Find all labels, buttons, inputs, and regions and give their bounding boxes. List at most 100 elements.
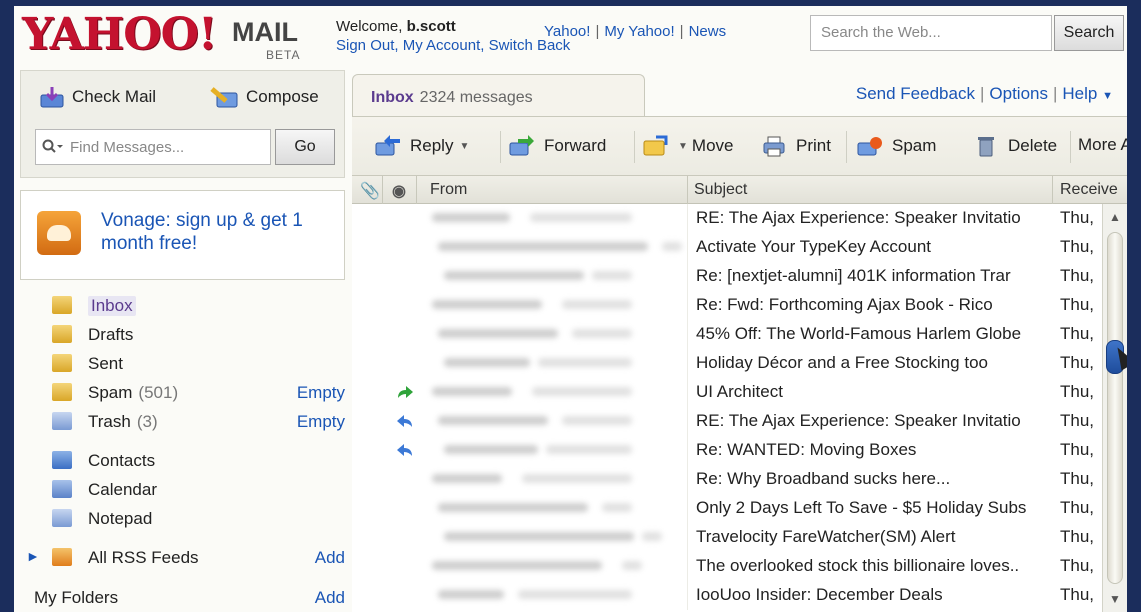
sender-redacted <box>438 329 558 338</box>
subject-column-header[interactable]: Subject <box>694 181 747 199</box>
message-received: Thu, <box>1060 295 1095 314</box>
message-subject[interactable]: Re: [nextjet-alumni] 401K information Tr… <box>696 266 1056 286</box>
app-calendar[interactable]: Calendar <box>20 476 345 504</box>
folder-trash[interactable]: Trash (3) Empty <box>20 408 345 436</box>
my-yahoo-link[interactable]: My Yahoo! <box>604 23 674 40</box>
message-subject[interactable]: The overlooked stock this billionaire lo… <box>696 556 1056 576</box>
find-messages-input[interactable]: Find Messages... <box>35 129 271 165</box>
message-row[interactable]: Re: Why Broadband sucks here... Thu, <box>352 465 1102 494</box>
folder-inbox[interactable]: Inbox <box>20 292 345 320</box>
sender-redacted <box>532 387 632 396</box>
column-divider <box>1052 176 1053 204</box>
attachment-column-icon[interactable]: 📎 <box>360 181 380 201</box>
news-link[interactable]: News <box>689 23 727 40</box>
message-row[interactable]: Only 2 Days Left To Save - $5 Holiday Su… <box>352 494 1102 523</box>
message-subject[interactable]: Holiday Décor and a Free Stocking too <box>696 353 1056 373</box>
message-row[interactable]: 45% Off: The World-Famous Harlem Globe Th… <box>352 320 1102 349</box>
tab-inbox[interactable]: Inbox 2324 messages <box>352 74 645 118</box>
toolbar-divider <box>1070 131 1071 163</box>
message-subject[interactable]: Activate Your TypeKey Account <box>696 237 1056 257</box>
move-label: Move <box>691 136 734 155</box>
message-subject[interactable]: Re: Fwd: Forthcoming Ajax Book - Rico <box>696 295 1056 315</box>
vonage-promo[interactable]: Vonage: sign up & get 1 month free! <box>20 190 345 280</box>
empty-trash-link[interactable]: Empty <box>297 412 345 432</box>
message-row[interactable]: Re: WANTED: Moving Boxes Thu, <box>352 436 1102 465</box>
app-notepad[interactable]: Notepad <box>20 505 345 533</box>
rss-label: All RSS Feeds <box>88 548 199 567</box>
web-search-button[interactable]: Search <box>1054 15 1124 51</box>
empty-spam-link[interactable]: Empty <box>297 383 345 403</box>
message-row[interactable]: The overlooked stock this billionaire lo… <box>352 552 1102 581</box>
my-folders-label: My Folders <box>34 588 119 607</box>
sender-redacted <box>444 271 584 280</box>
print-button[interactable]: Print <box>760 135 831 157</box>
scroll-up-icon[interactable]: ▲ <box>1106 208 1124 226</box>
column-divider <box>687 320 688 349</box>
welcome-prefix: Welcome, <box>336 18 407 35</box>
reply-button[interactable]: Reply ▼ <box>374 135 469 157</box>
switch-back-link[interactable]: Switch Back <box>489 37 571 54</box>
promo-text[interactable]: Vonage: sign up & get 1 month free! <box>101 209 321 255</box>
forward-button[interactable]: Forward <box>508 135 606 157</box>
status-column-icon[interactable]: ◉ <box>392 181 406 201</box>
tab-bar: Inbox 2324 messages Send Feedback | Options… <box>352 68 1127 118</box>
folder-spam[interactable]: Spam (501) Empty <box>20 379 345 407</box>
send-feedback-link[interactable]: Send Feedback <box>856 84 975 103</box>
message-subject[interactable]: Only 2 Days Left To Save - $5 Holiday Su… <box>696 498 1056 518</box>
message-row[interactable]: IooUoo Insider: December Deals Thu, <box>352 581 1102 610</box>
message-row[interactable]: Travelocity FareWatcher(SM) Alert Thu, <box>352 523 1102 552</box>
message-list-scrollbar[interactable]: ▲ ▼ <box>1102 204 1127 612</box>
rss-feeds-row[interactable]: ► All RSS Feeds Add <box>20 544 345 572</box>
message-subject[interactable]: RE: The Ajax Experience: Speaker Invitat… <box>696 208 1056 228</box>
toolbar-divider <box>634 131 635 163</box>
chevron-down-icon[interactable]: ▼ <box>1102 90 1113 102</box>
spam-icon <box>857 137 882 156</box>
sender-redacted <box>444 358 530 367</box>
message-row[interactable]: Holiday Décor and a Free Stocking too Thu… <box>352 349 1102 378</box>
top-links: Yahoo! | My Yahoo! | News <box>544 23 727 40</box>
app-contacts[interactable]: Contacts <box>20 447 345 475</box>
message-row[interactable]: RE: The Ajax Experience: Speaker Invitat… <box>352 204 1102 233</box>
message-subject[interactable]: Travelocity FareWatcher(SM) Alert <box>696 527 1056 547</box>
message-subject[interactable]: Re: WANTED: Moving Boxes <box>696 440 1056 460</box>
yahoo-logo[interactable]: YAHOO! <box>22 10 217 60</box>
reply-dropdown-icon[interactable]: ▼ <box>459 141 469 152</box>
message-row[interactable]: Re: Fwd: Forthcoming Ajax Book - Rico Thu… <box>352 291 1102 320</box>
help-link[interactable]: Help <box>1062 84 1097 103</box>
folder-drafts[interactable]: Drafts <box>20 321 345 349</box>
message-row[interactable]: UI Architect Thu, <box>352 378 1102 407</box>
trash-count: (3) <box>136 412 158 431</box>
message-subject[interactable]: Re: Why Broadband sucks here... <box>696 469 1056 489</box>
from-column-header[interactable]: From <box>430 181 467 199</box>
column-divider <box>687 465 688 494</box>
scroll-down-icon[interactable]: ▼ <box>1106 590 1124 608</box>
compose-button[interactable]: Compose <box>209 85 319 109</box>
go-button[interactable]: Go <box>275 129 335 165</box>
add-rss-link[interactable]: Add <box>315 548 345 568</box>
move-button[interactable]: ▼ Move <box>642 135 733 157</box>
delete-button[interactable]: Delete <box>972 135 1057 157</box>
sender-redacted <box>642 532 662 541</box>
message-subject[interactable]: IooUoo Insider: December Deals <box>696 585 1056 605</box>
inbox-message-count: 2324 messages <box>419 89 533 106</box>
folder-sent[interactable]: Sent <box>20 350 345 378</box>
printer-icon <box>763 136 785 157</box>
message-received: Thu, <box>1060 527 1095 546</box>
scrollbar-track[interactable] <box>1107 232 1123 584</box>
web-search-input[interactable]: Search the Web... <box>810 15 1052 51</box>
message-row[interactable]: Re: [nextjet-alumni] 401K information Tr… <box>352 262 1102 291</box>
add-folder-link[interactable]: Add <box>315 588 345 608</box>
sign-out-link[interactable]: Sign Out <box>336 37 394 54</box>
message-row[interactable]: RE: The Ajax Experience: Speaker Invitat… <box>352 407 1102 436</box>
spam-button[interactable]: Spam <box>856 135 936 157</box>
message-subject[interactable]: 45% Off: The World-Famous Harlem Globe <box>696 324 1056 344</box>
received-column-header[interactable]: Receive <box>1060 181 1118 199</box>
expand-arrow-icon[interactable]: ► <box>26 548 40 564</box>
my-account-link[interactable]: My Account <box>403 37 481 54</box>
message-subject[interactable]: RE: The Ajax Experience: Speaker Invitat… <box>696 411 1056 431</box>
options-link[interactable]: Options <box>989 84 1048 103</box>
message-row[interactable]: Activate Your TypeKey Account Thu, <box>352 233 1102 262</box>
check-mail-button[interactable]: Check Mail <box>39 85 156 109</box>
message-subject[interactable]: UI Architect <box>696 382 1056 402</box>
more-actions-button[interactable]: More A <box>1078 135 1127 155</box>
